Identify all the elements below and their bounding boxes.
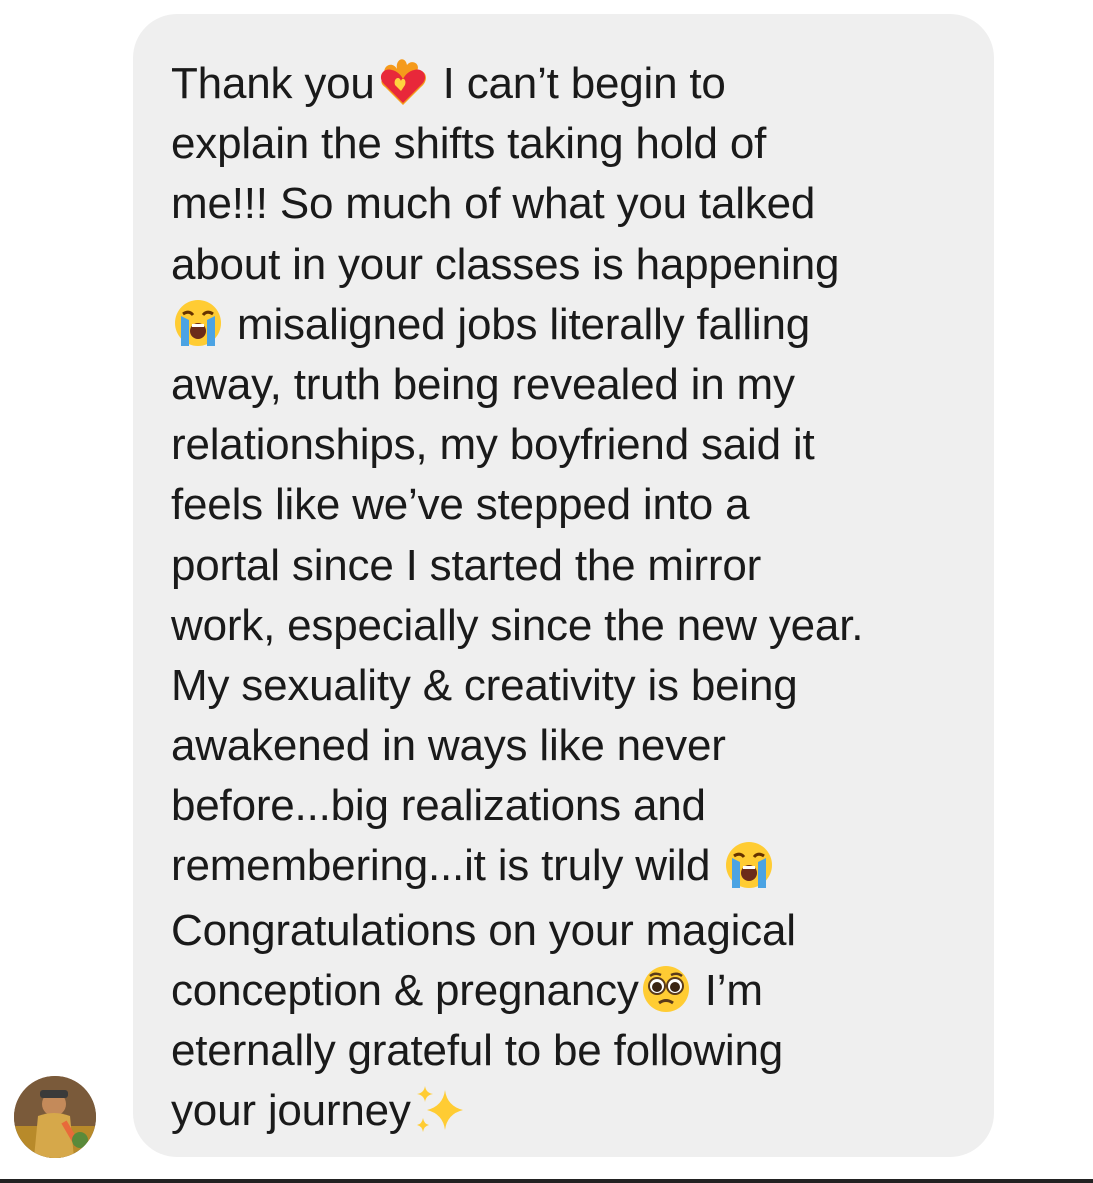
message-line: awakened in ways like never (171, 721, 726, 771)
loudly-crying-face-icon (722, 840, 776, 890)
loudly-crying-face-icon (171, 298, 225, 348)
message-line: portal since I started the mirror (171, 540, 762, 590)
message-bubble[interactable]: Thank you I can’t begin to explain the s… (133, 14, 994, 1157)
message-text: I can’t begin to (430, 59, 726, 108)
message-text: Thank you (171, 59, 375, 108)
message-line: remembering...it is truly wild (171, 836, 958, 896)
message-text: remembering...it is truly wild (171, 841, 723, 891)
message-line: away, truth being revealed in my (171, 359, 795, 409)
message-line: your journey (171, 1081, 958, 1141)
heart-on-fire-icon (375, 57, 431, 107)
message-line: misaligned jobs literally falling (171, 295, 958, 355)
message-line: conception & pregnancy I’m (171, 961, 958, 1021)
message-line: about in your classes is happening (171, 239, 840, 289)
message-line: Thank you I can’t begin to (171, 54, 958, 114)
message-line: eternally grateful to be following (171, 1026, 784, 1075)
message-line: Congratulations on your magical (171, 905, 796, 955)
message-line: work, especially since the new year. (171, 600, 864, 650)
sparkles-icon (411, 1084, 471, 1136)
pleading-face-icon (639, 964, 693, 1014)
message-line: feels like we’ve stepped into a (171, 480, 750, 530)
message-line: before...big realizations and (171, 781, 706, 831)
message-text: I’m (692, 965, 763, 1015)
avatar[interactable] (14, 1076, 96, 1158)
message-text: conception & pregnancy (171, 965, 639, 1015)
avatar-image (14, 1076, 96, 1158)
message-thread: Thank you I can’t begin to explain the s… (0, 0, 1093, 1183)
message-line: explain the shifts taking hold of (171, 119, 767, 169)
message-text: your journey (171, 1086, 411, 1136)
message-line: My sexuality & creativity is being (171, 660, 798, 710)
message-line: relationships, my boyfriend said it (171, 420, 815, 470)
divider (0, 1179, 1093, 1183)
message-text: misaligned jobs literally falling (225, 299, 811, 349)
message-line: me!!! So much of what you talked (171, 179, 816, 229)
